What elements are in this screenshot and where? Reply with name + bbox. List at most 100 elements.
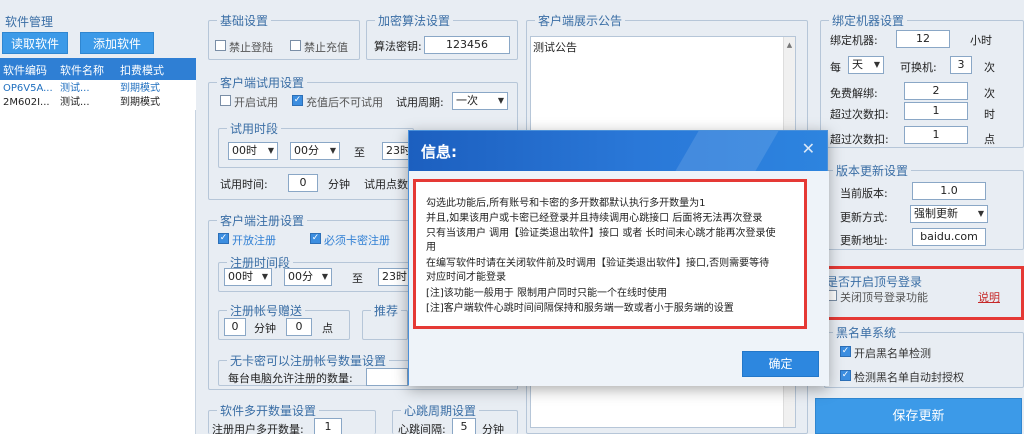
forbid-recharge-label: 禁止充值 xyxy=(304,41,348,54)
free-unbind-input[interactable]: 2 xyxy=(904,82,968,100)
col-mode[interactable]: 扣费模式 xyxy=(120,62,164,78)
trial-start-min-select[interactable]: 00分 ▼ xyxy=(290,142,340,160)
chevron-down-icon: ▼ xyxy=(261,272,268,281)
forbid-login-checkbox[interactable] xyxy=(215,40,226,51)
basic-settings-title: 基础设置 xyxy=(217,12,272,29)
trial-time-input[interactable]: 0 xyxy=(288,174,318,192)
update-mode-value: 强制更新 xyxy=(914,207,958,220)
gift-minutes-input[interactable]: 0 xyxy=(224,318,246,336)
message-line: [注]客户端软件心跳时间间隔保持和服务端一致或者小于服务端的设置 xyxy=(426,303,734,314)
add-software-button[interactable]: 添加软件 xyxy=(80,32,154,54)
encrypt-key-input[interactable]: 123456 xyxy=(424,36,510,54)
heartbeat-label: 心跳间隔: xyxy=(398,423,446,434)
over-times-label-1: 超过次数扣: xyxy=(830,108,889,121)
chevron-down-icon: ▼ xyxy=(329,146,336,155)
table-row[interactable]: OP6V5A... 测试... 到期模式 xyxy=(0,82,196,96)
recommend-title: 推荐 xyxy=(371,302,402,319)
no-trial-after-recharge-checkbox[interactable]: ✓ xyxy=(292,95,303,106)
update-mode-select[interactable]: 强制更新 ▼ xyxy=(910,205,988,223)
dialog-title: 信息: xyxy=(421,143,457,161)
save-update-button[interactable]: 保存更新 xyxy=(815,398,1022,434)
close-icon[interactable]: ✕ xyxy=(802,139,815,158)
open-trial-checkbox[interactable] xyxy=(220,95,231,106)
dialog-body: 勾选此功能后,所有账号和卡密的多开数都默认执行多开数量为1 并且,如果该用户或卡… xyxy=(409,171,829,386)
blacklist-detect-checkbox[interactable]: ✓ xyxy=(840,346,851,357)
chevron-down-icon: ▼ xyxy=(977,209,984,218)
heartbeat-unit: 分钟 xyxy=(482,423,504,434)
no-trial-after-recharge-label: 充值后不可试用 xyxy=(306,96,383,109)
gift-points-unit: 点 xyxy=(322,322,333,335)
software-table-header: 软件编码 软件名称 扣费模式 xyxy=(0,58,196,80)
trial-period-select[interactable]: 一次 ▼ xyxy=(452,92,508,110)
heartbeat-input[interactable]: 5 xyxy=(452,418,476,434)
trial-start-min-value: 00分 xyxy=(294,144,319,157)
gift-points-input[interactable]: 0 xyxy=(286,318,312,336)
register-start-min-select[interactable]: 00分 ▼ xyxy=(284,268,332,286)
blacklist-detect-label: 开启黑名单检测 xyxy=(854,347,931,360)
ok-button[interactable]: 确定 xyxy=(742,351,819,377)
current-version-input[interactable]: 1.0 xyxy=(912,182,986,200)
version-title: 版本更新设置 xyxy=(833,162,912,179)
chevron-down-icon: ▼ xyxy=(497,96,504,105)
multi-open-input[interactable]: 1 xyxy=(314,418,342,434)
per-pc-input[interactable] xyxy=(366,368,408,386)
cell-name: 测试... xyxy=(60,83,90,94)
trial-title: 客户端试用设置 xyxy=(217,74,308,91)
require-card-checkbox[interactable]: ✓ xyxy=(310,233,321,244)
trial-start-hour-select[interactable]: 00时 ▼ xyxy=(228,142,278,160)
scroll-up-icon[interactable]: ▲ xyxy=(784,41,795,49)
changeable-label: 可换机: xyxy=(900,61,937,74)
register-start-hour-value: 00时 xyxy=(228,270,253,283)
notice-text: 测试公告 xyxy=(533,41,577,54)
over-times-input-2[interactable]: 1 xyxy=(904,126,968,144)
nocard-title: 无卡密可以注册帐号数量设置 xyxy=(227,352,390,369)
message-line: [注]该功能一般用于 限制用户同时只能一个在线时使用 xyxy=(426,288,667,299)
register-to-label: 至 xyxy=(352,272,363,285)
register-title: 客户端注册设置 xyxy=(217,212,308,229)
topup-highlight-box xyxy=(818,266,1024,320)
message-line: 用 xyxy=(426,242,436,253)
message-line: 在编写软件时请在关闭软件前及时调用【验证类退出软件】接口,否则需要等待 xyxy=(426,258,770,269)
trial-period-label: 试用周期: xyxy=(396,96,444,109)
encrypt-key-label: 算法密钥: xyxy=(374,40,422,53)
message-line: 只有当该用户 调用【验证类退出软件】接口 或者 长时间未心跳才能再次登录使 xyxy=(426,228,776,239)
open-trial-label: 开启试用 xyxy=(234,96,278,109)
blacklist-auto-ban-label: 检测黑名单自动封授权 xyxy=(854,371,964,384)
bind-unit: 小时 xyxy=(970,34,992,47)
chevron-down-icon: ▼ xyxy=(267,146,274,155)
trial-time-label: 试用时间: xyxy=(220,178,268,191)
trial-points-label: 试用点数 xyxy=(364,178,408,191)
over-times-label-2: 超过次数扣: xyxy=(830,133,889,146)
chevron-down-icon: ▼ xyxy=(321,272,328,281)
col-name[interactable]: 软件名称 xyxy=(60,62,104,78)
col-code[interactable]: 软件编码 xyxy=(3,62,47,78)
message-highlight-box: 勾选此功能后,所有账号和卡密的多开数都默认执行多开数量为1 并且,如果该用户或卡… xyxy=(413,179,807,329)
over-times-unit-1: 时 xyxy=(984,108,995,121)
message-line: 勾选此功能后,所有账号和卡密的多开数都默认执行多开数量为1 xyxy=(426,198,706,209)
open-register-checkbox[interactable]: ✓ xyxy=(218,233,229,244)
forbid-recharge-checkbox[interactable] xyxy=(290,40,301,51)
gift-minutes-unit: 分钟 xyxy=(254,322,276,335)
changeable-input[interactable]: 3 xyxy=(950,56,972,74)
bind-input[interactable]: 12 xyxy=(896,30,950,48)
trial-start-hour-value: 00时 xyxy=(232,144,257,157)
every-label: 每 xyxy=(830,61,841,74)
register-start-min-value: 00分 xyxy=(288,270,313,283)
every-select[interactable]: 天 ▼ xyxy=(848,56,884,74)
over-times-unit-2: 点 xyxy=(984,133,995,146)
multi-open-title: 软件多开数量设置 xyxy=(217,402,320,419)
multi-open-label: 注册用户多开数量: xyxy=(212,423,304,434)
update-url-input[interactable]: baidu.com xyxy=(912,228,986,246)
cell-name: 测试... xyxy=(60,97,90,108)
free-unbind-label: 免费解绑: xyxy=(830,87,878,100)
cell-code: OP6V5A... xyxy=(3,83,53,94)
cell-mode: 到期模式 xyxy=(120,97,160,108)
over-times-input-1[interactable]: 1 xyxy=(904,102,968,120)
blacklist-auto-ban-checkbox[interactable]: ✓ xyxy=(840,370,851,381)
read-software-button[interactable]: 读取软件 xyxy=(2,32,68,54)
register-start-hour-select[interactable]: 00时 ▼ xyxy=(224,268,272,286)
require-card-label: 必须卡密注册 xyxy=(324,234,390,247)
table-row[interactable]: 2M602I... 测试... 到期模式 xyxy=(0,96,196,110)
trial-to-label: 至 xyxy=(354,146,365,159)
register-end-hour-select[interactable]: 23时 xyxy=(378,268,410,286)
